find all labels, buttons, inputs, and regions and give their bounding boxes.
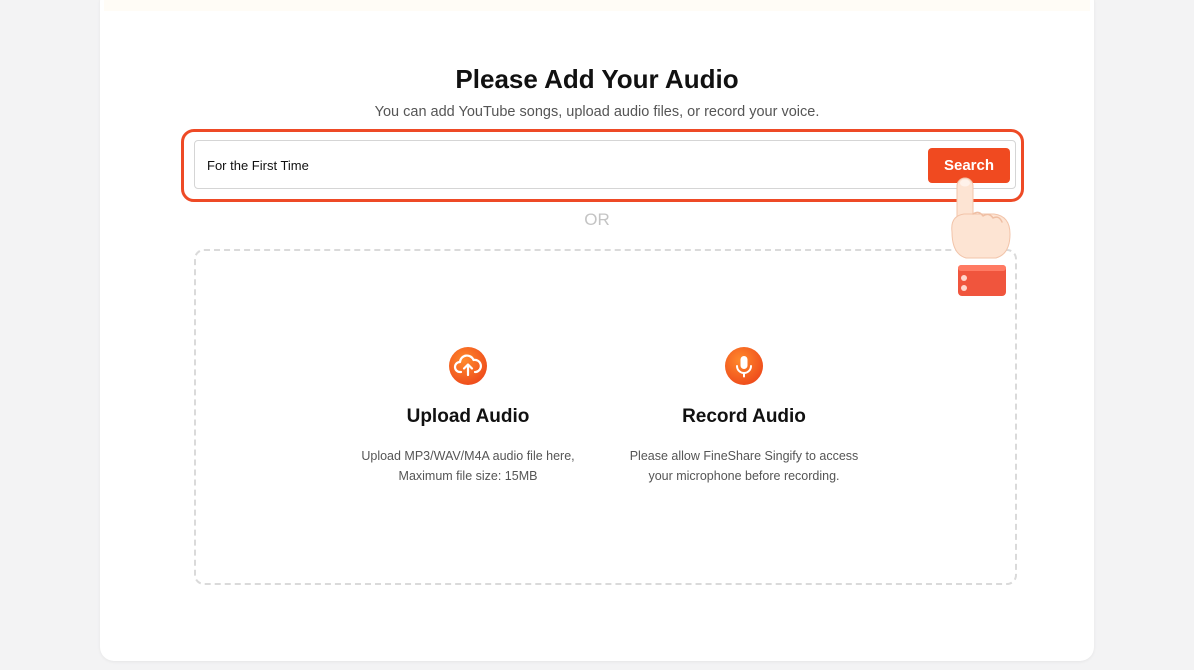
pointing-hand-icon	[946, 170, 1016, 298]
upload-audio-title: Upload Audio	[406, 406, 530, 427]
record-audio-option[interactable]: Record Audio Please allow FineShare Sing…	[614, 347, 874, 497]
search-input[interactable]	[207, 149, 907, 181]
audio-drop-zone[interactable]: Upload Audio Upload MP3/WAV/M4A audio fi…	[194, 249, 1017, 585]
upload-audio-desc-line2: Maximum file size: 15MB	[398, 469, 538, 483]
record-audio-desc-line2: your microphone before recording.	[648, 469, 840, 483]
top-banner-strip	[104, 0, 1090, 11]
cloud-upload-icon	[449, 347, 487, 385]
record-audio-title: Record Audio	[682, 406, 806, 427]
upload-audio-desc-line1: Upload MP3/WAV/M4A audio file here,	[361, 449, 575, 463]
microphone-icon	[725, 347, 763, 385]
page-title: Please Add Your Audio	[455, 64, 739, 94]
upload-audio-option[interactable]: Upload Audio Upload MP3/WAV/M4A audio fi…	[338, 347, 598, 497]
page-subtitle: You can add YouTube songs, upload audio …	[374, 104, 820, 120]
record-audio-desc-line1: Please allow FineShare Singify to access	[629, 449, 859, 463]
search-box: Search	[194, 140, 1016, 189]
